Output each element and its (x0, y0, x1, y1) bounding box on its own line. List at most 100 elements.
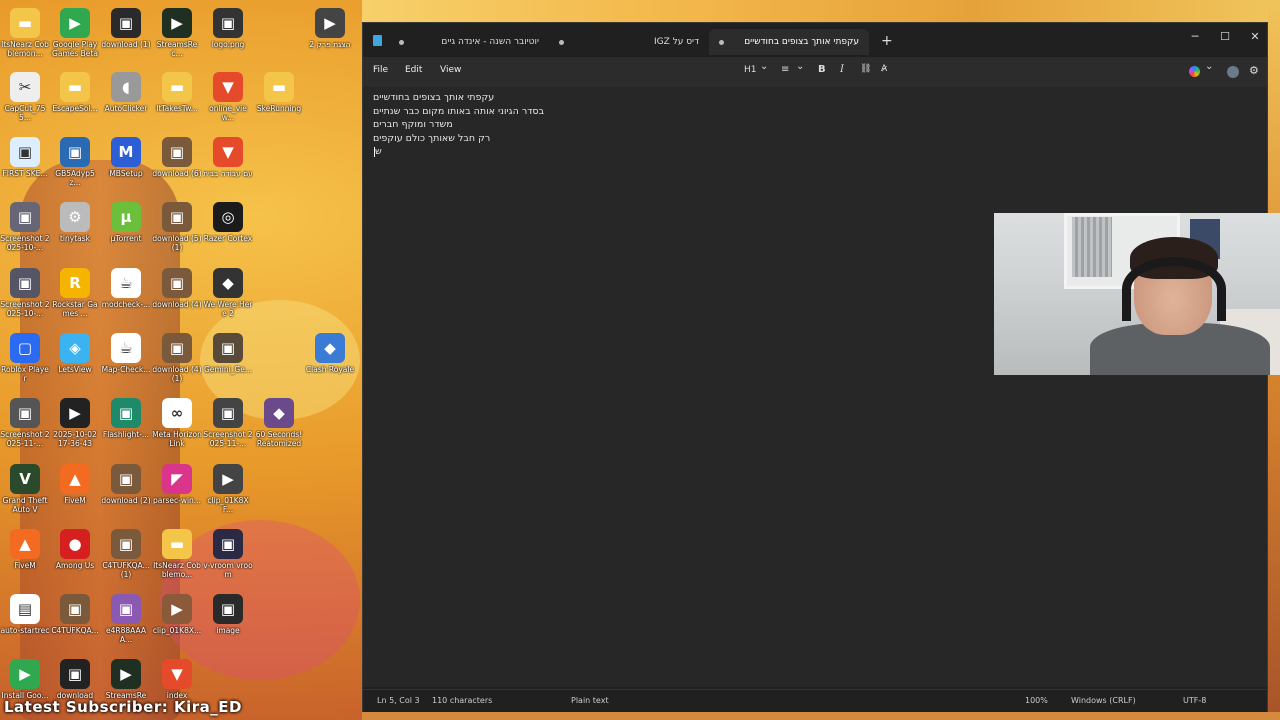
menu-view[interactable]: View (440, 65, 461, 75)
close-button[interactable]: ✕ (1240, 27, 1270, 47)
desktop-icon[interactable]: ☕ Map-Check... (101, 331, 151, 391)
desktop-icon[interactable]: ▣ FIRST SKE... (0, 135, 50, 195)
line-ending[interactable]: Windows (CRLF) (1071, 696, 1136, 705)
chevron-down-icon[interactable]: ⌄ (1205, 61, 1213, 72)
desktop-icon[interactable]: ▣ C4TUFKQA... (1) (101, 527, 151, 587)
title-bar[interactable]: יוטיובר השנה - אינדה גיים דיס על IGZ עקפ… (363, 23, 1267, 57)
settings-gear-icon[interactable]: ⚙ (1249, 64, 1259, 77)
desktop-icon[interactable]: ▼ עם עבודה בבית (203, 135, 253, 195)
text-format[interactable]: Plain text (571, 696, 609, 705)
unsaved-dot-icon[interactable] (559, 39, 564, 45)
desktop-icon[interactable]: ▣ C4TUFKQA... (50, 592, 100, 652)
desktop-icon[interactable]: ▶ הצגת פרק 2 (305, 6, 355, 66)
text-line[interactable]: עקפתי אותך בצופים בחודשיים (373, 91, 1253, 105)
desktop-icon[interactable]: ▬ SkeRunning (254, 70, 304, 130)
desktop-icon[interactable]: ⚙ tinytask (50, 200, 100, 260)
clear-formatting-icon[interactable]: A̷ (881, 64, 887, 74)
desktop-icon[interactable]: ◖ AutoClicker (101, 70, 151, 130)
desktop-icon[interactable]: ▶ Google Play Games Beta (50, 6, 100, 66)
image-file-icon: ▣ (60, 659, 90, 689)
desktop-icon-label: Razer Cortex (203, 234, 253, 243)
desktop-icon[interactable]: ▶ StreamsRec... (152, 6, 202, 66)
desktop-icon[interactable]: ▬ ItsNearz Cobblemon... (0, 6, 50, 66)
desktop-icon[interactable]: ☕ modcheck-... (101, 266, 151, 326)
menu-file[interactable]: File (373, 65, 388, 75)
desktop-icon[interactable]: ◆ 60 Seconds! Reatomized (254, 396, 304, 456)
desktop-icon[interactable]: ▣ Screenshot 2025-11-... (203, 396, 253, 456)
tab-active-lyrics[interactable]: עקפתי אותך בצופים בחודשיים (709, 29, 869, 55)
desktop-icon[interactable]: μ μTorrent (101, 200, 151, 260)
desktop-icon[interactable]: ◆ Clash Royale (305, 331, 355, 391)
desktop-icon[interactable]: ◈ LetsView (50, 331, 100, 391)
desktop-icon[interactable]: ▣ Screenshot 2025-11-... (0, 396, 50, 456)
tab-diss-igz[interactable]: דיס על IGZ (549, 29, 709, 55)
desktop-icon[interactable]: ▣ download (4) (152, 266, 202, 326)
desktop-icon[interactable]: ▲ FiveM (50, 462, 100, 522)
desktop-icon[interactable]: ▣ Flashlight-... (101, 396, 151, 456)
desktop-icon[interactable]: ▣ v-vroom vroom (203, 527, 253, 587)
desktop-icon[interactable]: ▣ download (5) (1) (152, 200, 202, 260)
text-line-current[interactable]: ש (373, 145, 1253, 159)
chevron-down-icon[interactable]: ⌄ (760, 61, 768, 72)
desktop-icon-label: 2025-10-02 17-36-43 (53, 430, 97, 448)
desktop-icon[interactable]: ▬ EscapeSol... (50, 70, 100, 130)
bold-button[interactable]: B (818, 64, 826, 75)
image-file-icon: ▣ (111, 594, 141, 624)
document-text[interactable]: עקפתי אותך בצופים בחודשיים בסדר הגיוני א… (373, 91, 1253, 159)
desktop-icon[interactable]: ▣ download (1) (101, 6, 151, 66)
copilot-icon[interactable] (1189, 66, 1200, 77)
desktop-icon[interactable]: ● Among Us (50, 527, 100, 587)
webcam-overlay (994, 213, 1280, 375)
brave-icon: ▼ (162, 659, 192, 689)
desktop-icon[interactable]: ◎ Razer Cortex (203, 200, 253, 260)
desktop-icon[interactable]: ▬ ItsNearz Cobblemo... (152, 527, 202, 587)
maximize-button[interactable]: ☐ (1210, 27, 1240, 47)
chevron-down-icon[interactable]: ⌄ (796, 61, 804, 72)
desktop-icon[interactable]: ▲ FiveM (0, 527, 50, 587)
desktop-icon[interactable]: ▣ image (203, 592, 253, 652)
menu-edit[interactable]: Edit (405, 65, 422, 75)
tab-youtuber-of-the-year[interactable]: יוטיובר השנה - אינדה גיים (389, 29, 549, 55)
heading-dropdown[interactable]: H1 (744, 65, 757, 75)
desktop-icon[interactable]: ▣ Screenshot 2025-10-... (0, 200, 50, 260)
desktop-icon[interactable]: ▶ clip_01K8X... (152, 592, 202, 652)
desktop-icon[interactable]: ▣ e4R88AAAA... (101, 592, 151, 652)
minimize-button[interactable]: ─ (1180, 27, 1210, 47)
desktop-icon[interactable]: ▼ online_view... (203, 70, 253, 130)
new-tab-button[interactable]: + (881, 33, 893, 49)
desktop-icon[interactable]: ▣ GB5Adyp5z... (50, 135, 100, 195)
desktop-icon[interactable]: ▤ auto-startrec (0, 592, 50, 652)
desktop-icon[interactable]: ▣ download (4) (1) (152, 331, 202, 391)
desktop-icon[interactable]: ✂ CapCut_755... (0, 70, 50, 130)
link-icon[interactable]: ⛓ (860, 64, 871, 74)
image-file-icon: ▣ (10, 137, 40, 167)
desktop-icon[interactable]: ◆ We Were Here 2 (203, 266, 253, 326)
desktop-icon[interactable]: V Grand Theft Auto V (0, 462, 50, 522)
desktop-icon[interactable]: ▶ clip_01K8XF... (203, 462, 253, 522)
desktop-icon[interactable]: R Rockstar Games ... (50, 266, 100, 326)
desktop-icon[interactable]: ▣ Gemini_Ge... (203, 331, 253, 391)
text-line[interactable]: משדר ומוקף חברים (373, 118, 1253, 132)
unsaved-dot-icon[interactable] (719, 39, 724, 45)
video-file-icon: ▶ (315, 8, 345, 38)
desktop-icon[interactable]: ▬ ItTakesTw... (152, 70, 202, 130)
zoom-level[interactable]: 100% (1025, 696, 1048, 705)
desktop-icon[interactable]: M MBSetup (101, 135, 151, 195)
desktop-icon[interactable]: ▣ Screenshot 2025-10-... (0, 266, 50, 326)
text-line[interactable]: רק חבל שאותך כולם עוקפים (373, 132, 1253, 146)
desktop-icon[interactable]: ∞ Meta Horizon Link (152, 396, 202, 456)
account-avatar-icon[interactable] (1227, 66, 1239, 78)
desktop-icon[interactable]: ◤ parsec-win... (152, 462, 202, 522)
text-line[interactable]: בסדר הגיוני אותה באותו מקום כבר שנתיים (373, 105, 1253, 119)
unsaved-dot-icon[interactable] (399, 39, 404, 45)
italic-button[interactable]: I (840, 64, 844, 75)
list-icon[interactable]: ≡ (781, 64, 789, 75)
desktop-icon[interactable]: ▣ download (2) (101, 462, 151, 522)
desktop-icon[interactable]: ▣ logo.png (203, 6, 253, 66)
desktop-icon[interactable]: ▢ Roblox Player (0, 331, 50, 391)
desktop-icon-label: עם עבודה בבית (203, 169, 253, 178)
desktop-icon[interactable]: ▣ download (6) (152, 135, 202, 195)
encoding[interactable]: UTF-8 (1183, 696, 1206, 705)
desktop-icon[interactable]: ▶ 2025-10-02 17-36-43 (50, 396, 100, 456)
text-editor[interactable]: עקפתי אותך בצופים בחודשיים בסדר הגיוני א… (363, 87, 1267, 687)
